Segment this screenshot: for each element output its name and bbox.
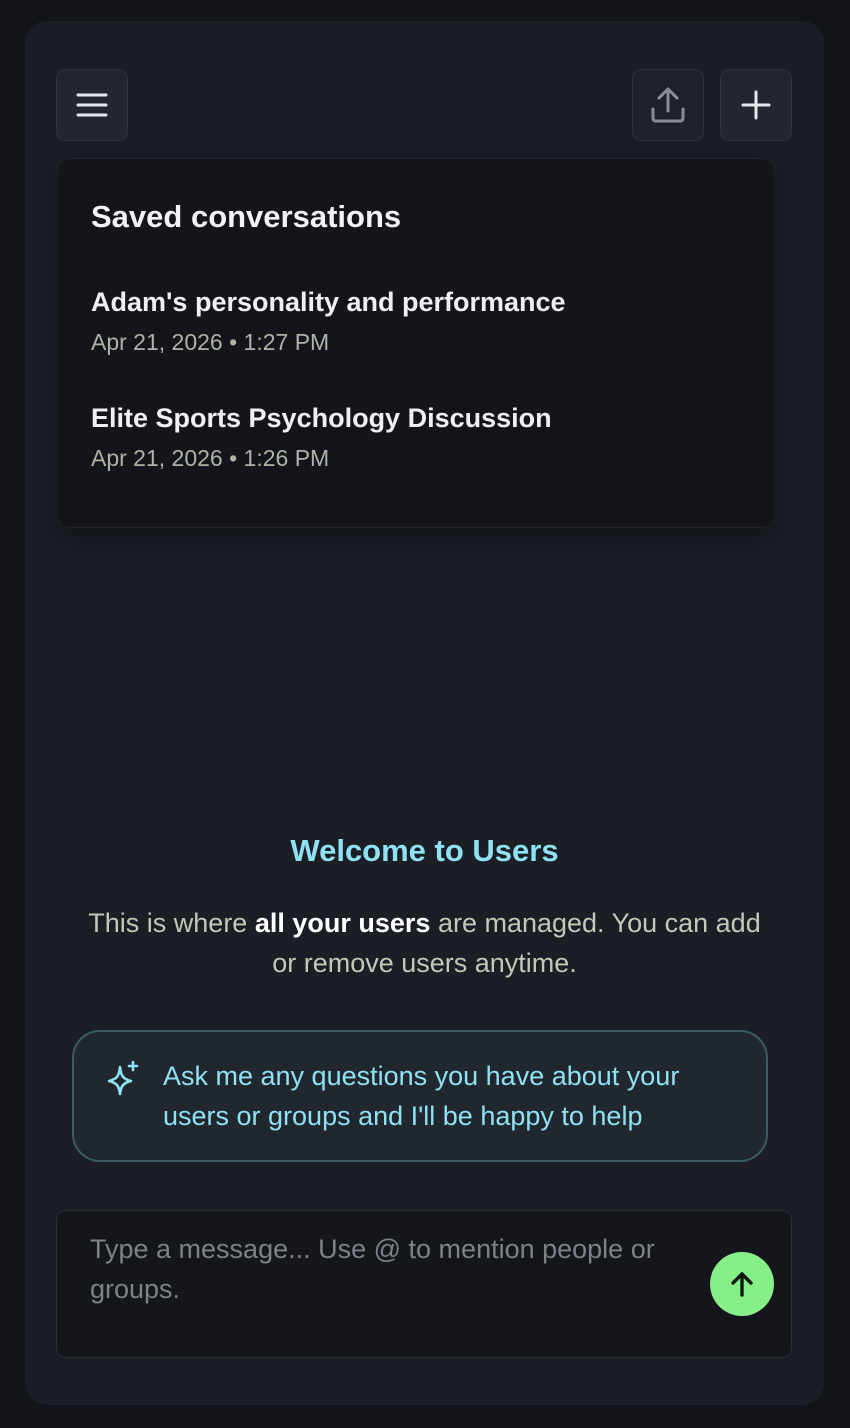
welcome-title: Welcome to Users [290, 833, 559, 868]
menu-button[interactable] [56, 69, 128, 141]
welcome-description: This is where all your users are managed… [85, 903, 764, 983]
message-composer [56, 1210, 792, 1358]
hint-text: Ask me any questions you have about your… [163, 1061, 680, 1131]
send-button[interactable] [710, 1252, 774, 1316]
share-upload-icon [651, 87, 685, 123]
welcome-text-start: This is where [88, 908, 255, 938]
plus-icon [741, 90, 771, 120]
conversation-title: Elite Sports Psychology Discussion [91, 403, 552, 433]
chat-panel: Saved conversations Adam's personality a… [25, 21, 824, 1405]
arrow-up-icon [731, 1272, 753, 1297]
sparkle-icon [107, 1060, 139, 1096]
assistant-hint-card: Ask me any questions you have about your… [72, 1030, 768, 1162]
message-input[interactable] [90, 1229, 720, 1329]
new-conversation-button[interactable] [720, 69, 792, 141]
saved-conversations-title: Saved conversations [91, 199, 402, 234]
conversation-title: Adam's personality and performance [91, 287, 566, 317]
conversation-date: Apr 21, 2026 • 1:27 PM [91, 329, 330, 355]
welcome-text-bold: all your users [254, 908, 431, 938]
export-button[interactable] [632, 69, 704, 141]
conversation-item[interactable]: Adam's personality and performance Apr 2… [91, 287, 566, 356]
hamburger-menu-icon [76, 93, 108, 117]
saved-conversations-dropdown: Saved conversations Adam's personality a… [57, 158, 775, 528]
conversation-date: Apr 21, 2026 • 1:26 PM [91, 445, 330, 471]
conversation-item[interactable]: Elite Sports Psychology Discussion Apr 2… [91, 403, 552, 472]
